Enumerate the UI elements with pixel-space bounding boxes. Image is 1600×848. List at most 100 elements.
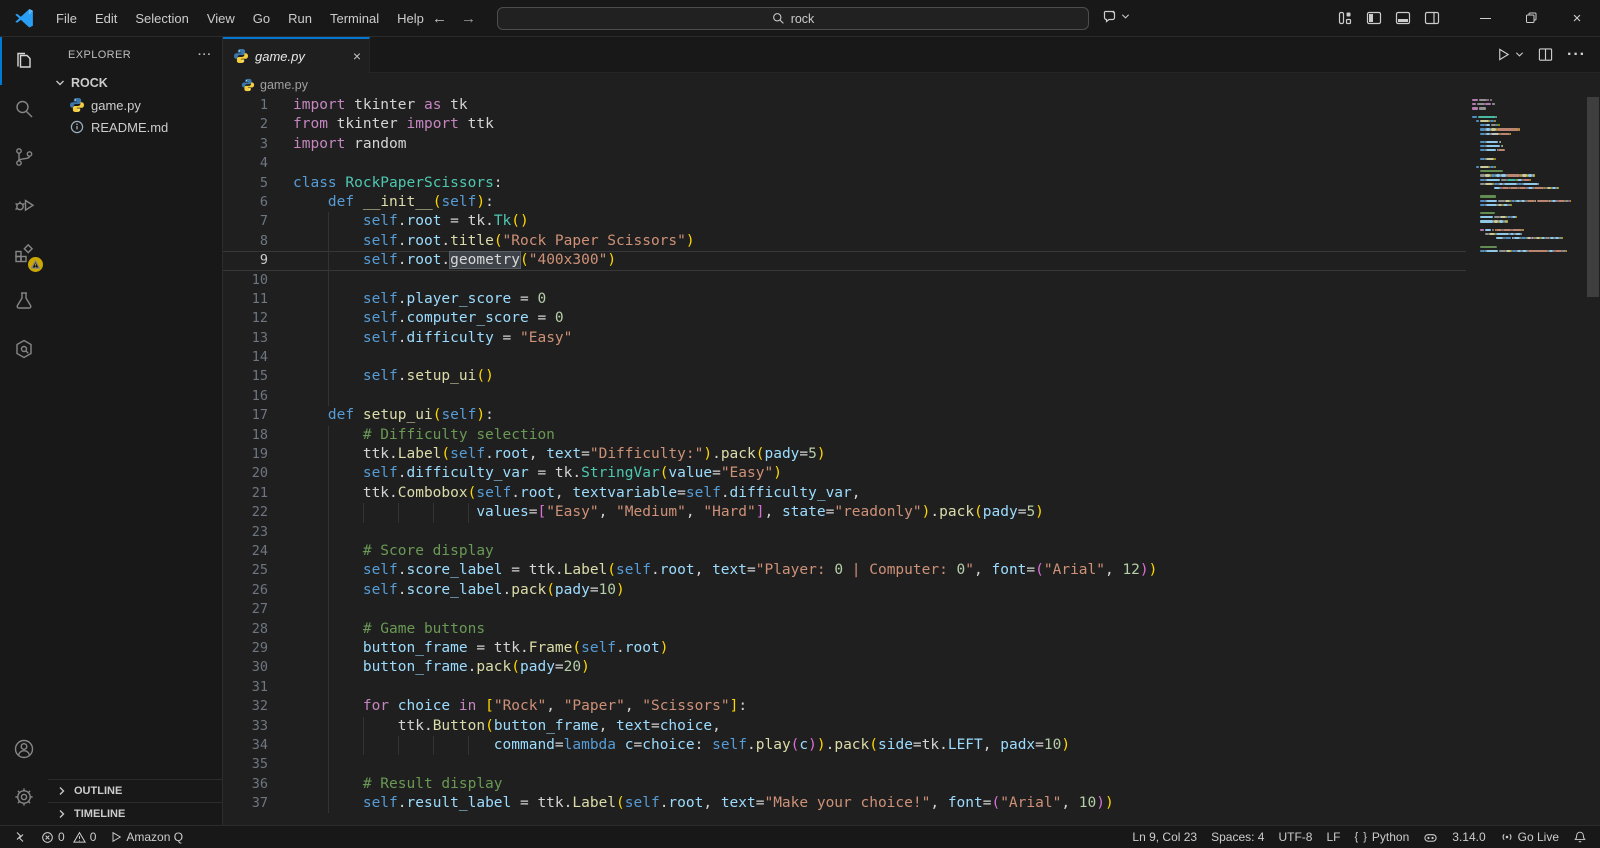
explorer-icon[interactable]	[0, 37, 48, 85]
toggle-panel-icon[interactable]	[1395, 10, 1411, 26]
code-line-26[interactable]: 26 self.score_label.pack(pady=10)	[223, 581, 1586, 600]
outline-section-header[interactable]: OUTLINE	[48, 779, 222, 802]
editor-scrollbar[interactable]	[1586, 96, 1600, 825]
close-button[interactable]: ×	[1554, 0, 1600, 36]
code-line-18[interactable]: 18 # Difficulty selection	[223, 426, 1586, 445]
code-line-32[interactable]: 32 for choice in ["Rock", "Paper", "Scis…	[223, 697, 1586, 716]
code-line-3[interactable]: 3import random	[223, 135, 1586, 154]
explorer-more-actions[interactable]: ···	[198, 49, 212, 61]
eol-sequence[interactable]: LF	[1319, 826, 1347, 848]
code-line-23[interactable]: 23	[223, 523, 1586, 542]
toggle-secondary-sidebar-icon[interactable]	[1424, 10, 1440, 26]
code-line-28[interactable]: 28 # Game buttons	[223, 620, 1586, 639]
run-and-debug-icon[interactable]	[0, 181, 48, 229]
cursor-position[interactable]: Ln 9, Col 23	[1125, 826, 1204, 848]
menu-view[interactable]: View	[198, 7, 244, 30]
menu-help[interactable]: Help	[388, 7, 433, 30]
customize-layout-icon[interactable]	[1337, 10, 1353, 26]
code-line-37[interactable]: 37 self.result_label = ttk.Label(self.ro…	[223, 794, 1586, 813]
menu-edit[interactable]: Edit	[86, 7, 126, 30]
notifications-bell[interactable]	[1566, 826, 1594, 848]
code-line-35[interactable]: 35	[223, 755, 1586, 774]
code-line-1[interactable]: 1import tkinter as tk	[223, 96, 1586, 115]
scrollbar-thumb[interactable]	[1587, 97, 1599, 297]
code-line-16[interactable]: 16	[223, 387, 1586, 406]
folder-header-rock[interactable]: ROCK	[48, 72, 222, 94]
code-line-22[interactable]: 22 values=["Easy", "Medium", "Hard"], st…	[223, 503, 1586, 522]
indent-guide	[328, 658, 329, 677]
tab-game-py[interactable]: game.py ×	[223, 37, 370, 73]
timeline-section-header[interactable]: TIMELINE	[48, 802, 222, 825]
breadcrumb[interactable]: game.py	[223, 73, 1600, 96]
code-line-19[interactable]: 19 ttk.Label(self.root, text="Difficulty…	[223, 445, 1586, 464]
encoding[interactable]: UTF-8	[1271, 826, 1319, 848]
copilot-status[interactable]	[1416, 826, 1445, 848]
code-line-27[interactable]: 27	[223, 600, 1586, 619]
code-line-34[interactable]: 34 command=lambda c=choice: self.play(c)…	[223, 736, 1586, 755]
go-live-label: Go Live	[1518, 830, 1559, 844]
amazon-q-status[interactable]: Amazon Q	[103, 826, 190, 848]
menu-terminal[interactable]: Terminal	[321, 7, 388, 30]
code-line-15[interactable]: 15 self.setup_ui()	[223, 367, 1586, 386]
command-center-search[interactable]: rock	[497, 7, 1089, 30]
menu-selection[interactable]: Selection	[126, 7, 197, 30]
minimize-button[interactable]	[1462, 0, 1508, 36]
minimap-line	[1472, 133, 1586, 135]
go-live[interactable]: Go Live	[1493, 826, 1566, 848]
menu-run[interactable]: Run	[279, 7, 321, 30]
accounts-icon[interactable]	[0, 725, 48, 773]
code-line-11[interactable]: 11 self.player_score = 0	[223, 290, 1586, 309]
code-line-36[interactable]: 36 # Result display	[223, 775, 1586, 794]
code-line-30[interactable]: 30 button_frame.pack(pady=20)	[223, 658, 1586, 677]
menu-go[interactable]: Go	[244, 7, 279, 30]
code-editor[interactable]: 1import tkinter as tk2from tkinter impor…	[223, 96, 1600, 825]
minimap-line	[1472, 99, 1586, 101]
language-mode[interactable]: { } Python	[1348, 826, 1417, 848]
minimap[interactable]	[1466, 96, 1586, 825]
problems-indicator[interactable]: 0 0	[34, 826, 103, 848]
code-line-29[interactable]: 29 button_frame = ttk.Frame(self.root)	[223, 639, 1586, 658]
minimap-line	[1472, 229, 1586, 231]
file-item-README.md[interactable]: README.md	[48, 116, 222, 138]
code-line-24[interactable]: 24 # Score display	[223, 542, 1586, 561]
code-line-20[interactable]: 20 self.difficulty_var = tk.StringVar(va…	[223, 464, 1586, 483]
forward-arrow-icon[interactable]: →	[461, 10, 476, 27]
code-line-33[interactable]: 33 ttk.Button(button_frame, text=choice,	[223, 717, 1586, 736]
restore-button[interactable]	[1508, 0, 1554, 36]
split-editor-icon[interactable]	[1538, 47, 1553, 62]
python-version[interactable]: 3.14.0	[1445, 826, 1492, 848]
more-actions-icon[interactable]: ···	[1567, 46, 1586, 64]
run-python-file-button[interactable]	[1496, 47, 1524, 62]
code-line-7[interactable]: 7 self.root = tk.Tk()	[223, 212, 1586, 231]
code-line-2[interactable]: 2from tkinter import ttk	[223, 115, 1586, 134]
code-line-12[interactable]: 12 self.computer_score = 0	[223, 309, 1586, 328]
settings-gear-icon[interactable]	[0, 773, 48, 821]
remote-indicator[interactable]	[6, 826, 34, 848]
amazon-q-icon[interactable]	[0, 325, 48, 373]
code-line-8[interactable]: 8 self.root.title("Rock Paper Scissors")	[223, 232, 1586, 251]
code-line-13[interactable]: 13 self.difficulty = "Easy"	[223, 329, 1586, 348]
line-number: 31	[223, 678, 268, 697]
code-line-4[interactable]: 4	[223, 154, 1586, 173]
code-line-6[interactable]: 6 def __init__(self):	[223, 193, 1586, 212]
code-line-21[interactable]: 21 ttk.Combobox(self.root, textvariable=…	[223, 484, 1586, 503]
testing-icon[interactable]	[0, 277, 48, 325]
copilot-menu[interactable]	[1102, 8, 1130, 24]
code-line-9[interactable]: 9 self.root.geometry("400x300")	[223, 251, 1586, 270]
menu-file[interactable]: File	[47, 7, 86, 30]
code-line-25[interactable]: 25 self.score_label = ttk.Label(self.roo…	[223, 561, 1586, 580]
code-line-5[interactable]: 5class RockPaperScissors:	[223, 174, 1586, 193]
code-line-17[interactable]: 17 def setup_ui(self):	[223, 406, 1586, 425]
indentation[interactable]: Spaces: 4	[1204, 826, 1271, 848]
code-line-31[interactable]: 31	[223, 678, 1586, 697]
code-line-10[interactable]: 10	[223, 271, 1586, 290]
tab-close-icon[interactable]: ×	[353, 49, 361, 63]
search-icon[interactable]	[0, 85, 48, 133]
source-control-icon[interactable]	[0, 133, 48, 181]
extensions-icon[interactable]	[0, 229, 48, 277]
code-line-14[interactable]: 14	[223, 348, 1586, 367]
file-item-game.py[interactable]: game.py	[48, 94, 222, 116]
toggle-primary-sidebar-icon[interactable]	[1366, 10, 1382, 26]
code-text: import tkinter as tk	[293, 96, 1586, 115]
back-arrow-icon[interactable]: ←	[432, 10, 447, 27]
